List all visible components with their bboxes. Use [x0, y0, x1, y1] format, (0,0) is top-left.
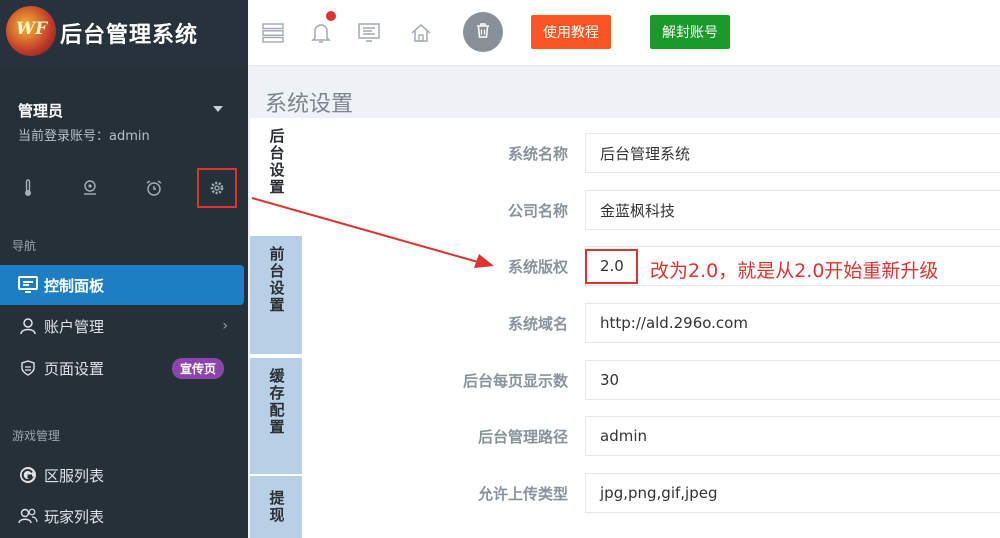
user-name: 管理员	[18, 102, 64, 120]
highlight-box	[585, 249, 638, 284]
form-row-domain: 系统域名 http://ald.296o.com	[250, 303, 1000, 343]
nav-section-label: 导航	[12, 239, 37, 253]
user-info[interactable]: 管理员 当前登录账号：admin	[18, 100, 150, 144]
field-label: 后台每页显示数	[462, 372, 568, 390]
app-title: 后台管理系统	[60, 23, 199, 48]
form-row-admin-path: 后台管理路径 admin	[250, 416, 1000, 456]
page-size-input[interactable]: 30	[585, 360, 1000, 400]
sidebar-item-label: 区服列表	[44, 466, 105, 485]
field-label: 系统域名	[507, 315, 568, 333]
game-section-label: 游戏管理	[12, 429, 61, 443]
g-circle-icon	[18, 465, 38, 485]
alarm-icon[interactable]	[139, 174, 169, 202]
thermometer-icon[interactable]	[13, 174, 43, 202]
user-icon	[18, 316, 38, 336]
annotation-text: 改为2.0，就是从2.0开始重新升级	[650, 260, 939, 282]
company-name-input[interactable]: 金蓝枫科技	[585, 190, 1000, 230]
quick-actions	[0, 168, 248, 208]
form-row-company-name: 公司名称 金蓝枫科技	[250, 190, 1000, 230]
gear-icon[interactable]	[197, 168, 237, 208]
brand-header: WF 后台管理系统	[0, 0, 248, 66]
shield-icon	[18, 358, 38, 378]
form-row-upload-types: 允许上传类型 jpg,png,gif,jpeg	[250, 473, 1000, 513]
field-label: 系统版权	[507, 258, 568, 276]
field-label: 后台管理路径	[477, 428, 568, 446]
tutorial-button[interactable]: 使用教程	[531, 15, 611, 49]
notification-dot	[326, 11, 336, 21]
menu-toggle-icon[interactable]	[258, 18, 288, 48]
sidebar-item-servers[interactable]: 区服列表	[0, 455, 244, 495]
users-icon	[18, 506, 38, 526]
field-label: 允许上传类型	[477, 485, 568, 503]
topbar: 使用教程 解封账号	[248, 0, 1000, 66]
promo-badge: 宣传页	[171, 357, 224, 379]
sidebar-item-label: 控制面板	[44, 276, 105, 295]
sidebar-item-dashboard[interactable]: 控制面板	[0, 265, 244, 305]
trash-icon	[476, 22, 490, 42]
app-logo: WF	[6, 6, 56, 56]
sidebar-item-page-settings[interactable]: 页面设置 宣传页	[0, 348, 244, 388]
domain-input[interactable]: http://ald.296o.com	[585, 303, 1000, 343]
field-label: 系统名称	[507, 145, 568, 163]
home-icon[interactable]	[406, 18, 436, 48]
admin-path-input[interactable]: admin	[585, 416, 1000, 456]
unlock-account-button[interactable]: 解封账号	[650, 15, 730, 49]
caret-down-icon[interactable]	[213, 106, 223, 112]
pin-icon[interactable]	[75, 174, 105, 202]
dashboard-icon	[18, 275, 38, 295]
sidebar: WF 后台管理系统 管理员 当前登录账号：admin 导航 控制面板 账户管理	[0, 0, 248, 538]
clear-cache-button[interactable]	[463, 12, 503, 52]
sidebar-item-players[interactable]: 玩家列表	[0, 496, 244, 536]
sidebar-item-label: 玩家列表	[44, 507, 105, 526]
page-title: 系统设置	[265, 92, 354, 117]
field-label: 公司名称	[507, 202, 568, 220]
sidebar-item-label: 账户管理	[44, 317, 105, 336]
form-row-system-name: 系统名称 后台管理系统	[250, 133, 1000, 173]
sidebar-item-label: 页面设置	[44, 359, 105, 378]
upload-types-input[interactable]: jpg,png,gif,jpeg	[585, 473, 1000, 513]
settings-panel: 后台设置 前台设置 缓存配置 提现 系统名称 后台管理系统 公司名称 金蓝枫科技…	[250, 118, 1000, 538]
user-account: 当前登录账号：admin	[18, 129, 150, 144]
bell-icon[interactable]	[306, 18, 336, 48]
sidebar-item-accounts[interactable]: 账户管理 ›	[0, 306, 244, 346]
system-name-input[interactable]: 后台管理系统	[585, 133, 1000, 173]
monitor-icon[interactable]	[354, 18, 384, 48]
chevron-right-icon: ›	[222, 318, 228, 334]
form-row-page-size: 后台每页显示数 30	[250, 360, 1000, 400]
